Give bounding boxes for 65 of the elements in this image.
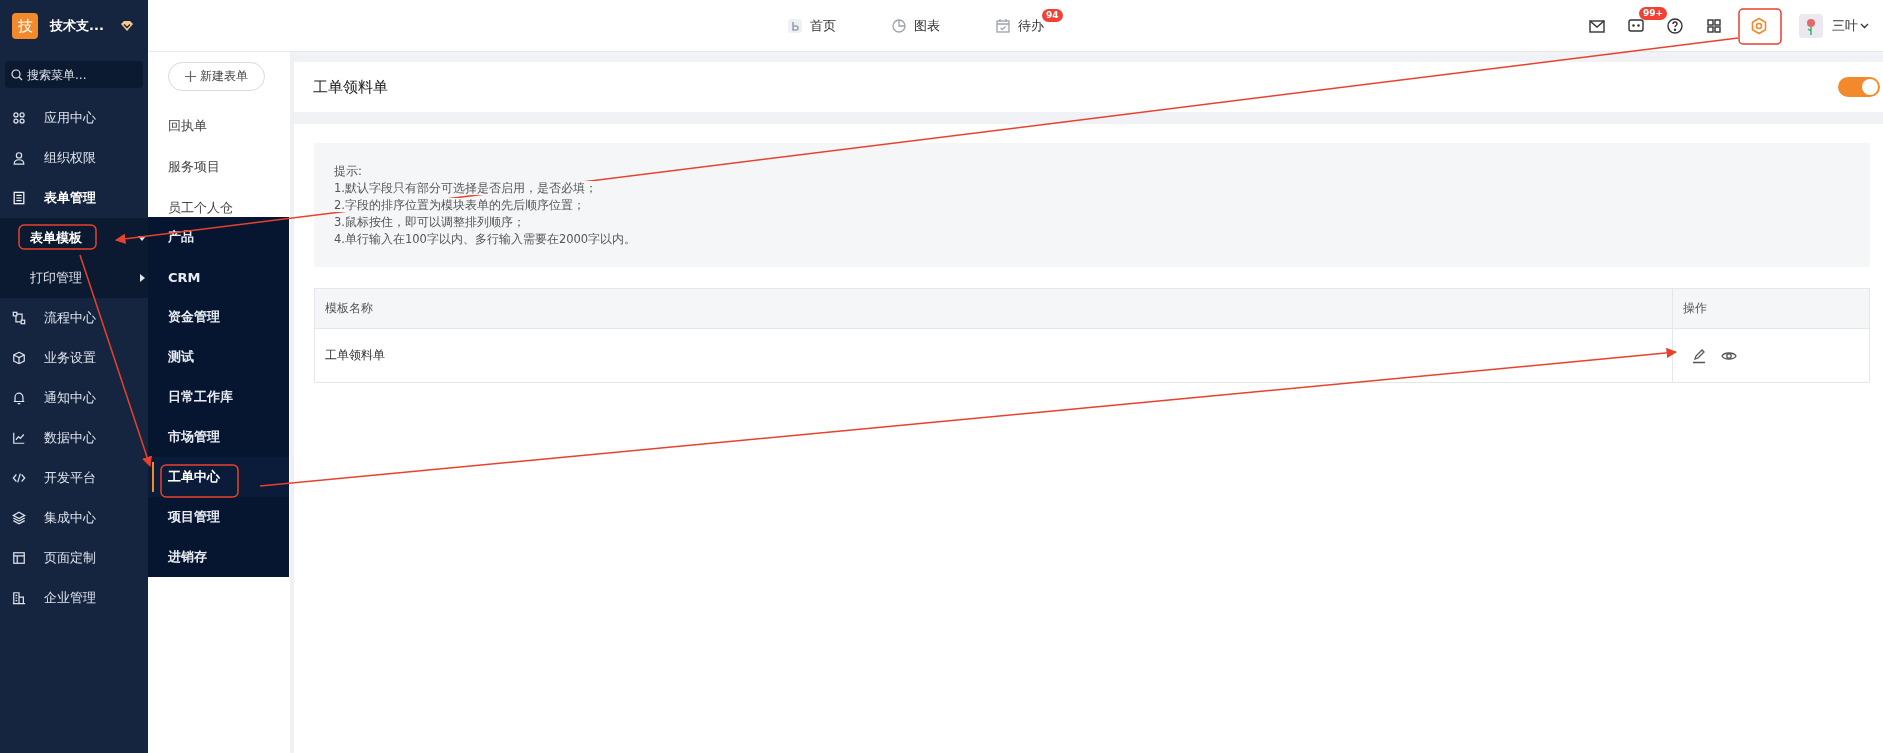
page-title: 工单领料单 — [313, 77, 388, 97]
calendar-icon — [996, 18, 1010, 33]
grid-icon[interactable] — [1705, 16, 1723, 35]
layers-icon — [12, 511, 26, 525]
triangle-icon — [138, 274, 146, 282]
document-icon — [12, 191, 26, 205]
code-icon — [12, 471, 26, 485]
form-list-item[interactable]: 回执单 — [168, 116, 207, 135]
line-chart-icon — [12, 431, 26, 445]
new-form-button[interactable]: 新建表单 — [168, 62, 265, 91]
form-list-item[interactable]: 员工个人仓 — [168, 198, 233, 217]
nav-tab[interactable]: 首页 — [788, 16, 836, 35]
sidebar-item[interactable]: 业务设置 — [0, 338, 148, 378]
form-list-item[interactable]: 服务项目 — [168, 157, 220, 176]
edit-icon[interactable] — [1691, 347, 1707, 364]
sidebar-item[interactable]: 开发平台 — [0, 458, 148, 498]
submenu-item[interactable]: 市场管理 — [148, 417, 289, 457]
submenu-item[interactable]: 资金管理 — [148, 297, 289, 337]
company-name[interactable]: 技术支... — [50, 17, 104, 35]
submenu-item[interactable]: 打印管理 — [0, 258, 148, 298]
sidebar-item[interactable]: 数据中心 — [0, 418, 148, 458]
user-icon — [12, 151, 26, 165]
submenu-item[interactable]: 工单中心 — [148, 457, 289, 497]
table-cell: 工单领料单 — [325, 347, 385, 364]
enable-toggle[interactable] — [1838, 77, 1880, 97]
sidebar-item[interactable]: 通知中心 — [0, 378, 148, 418]
sidebar-item[interactable]: 集成中心 — [0, 498, 148, 538]
nav-tab[interactable]: 待办 — [996, 16, 1044, 35]
sidebar-item[interactable]: 应用中心 — [0, 98, 148, 138]
sidebar-item[interactable]: 表单管理 — [0, 178, 148, 218]
search-icon — [11, 69, 23, 81]
sidebar-item[interactable]: 页面定制 — [0, 538, 148, 578]
caret-icon — [138, 234, 146, 242]
cube-icon — [12, 351, 26, 365]
pie-chart-icon — [892, 18, 906, 33]
count-badge: 99+ — [1639, 6, 1668, 20]
diamond-icon — [119, 20, 134, 32]
chat-icon[interactable] — [1627, 16, 1645, 35]
bell-icon — [12, 391, 26, 405]
home-icon — [788, 18, 802, 33]
caret-icon — [1860, 21, 1869, 30]
nav-tab[interactable]: 图表 — [892, 16, 940, 35]
count-badge: 94 — [1042, 8, 1063, 22]
logo-mark: 技 — [12, 13, 38, 39]
help-icon[interactable] — [1666, 16, 1684, 35]
submenu-item[interactable]: 表单模板 — [0, 218, 148, 258]
apps-icon — [12, 111, 26, 125]
flow-icon — [12, 311, 26, 325]
submenu-item[interactable]: 项目管理 — [148, 497, 289, 537]
column-header: 模板名称 — [325, 300, 373, 317]
plus-icon — [185, 71, 196, 82]
hint-title: 提示: — [334, 164, 362, 178]
submenu-item[interactable]: CRM — [148, 257, 289, 297]
submenu-item[interactable]: 测试 — [148, 337, 289, 377]
sidebar-item[interactable]: 组织权限 — [0, 138, 148, 178]
submenu-item[interactable]: 日常工作库 — [148, 377, 289, 417]
sidebar-item[interactable]: 流程中心 — [0, 298, 148, 338]
column-header: 操作 — [1683, 300, 1707, 317]
highlight-box — [1738, 8, 1782, 45]
building-icon — [12, 591, 26, 605]
layout-icon — [12, 551, 26, 565]
sidebar-item[interactable]: 企业管理 — [0, 578, 148, 618]
search-field[interactable]: 搜索菜单... — [5, 61, 143, 88]
submenu-item[interactable]: 进销存 — [148, 537, 289, 577]
user-menu[interactable]: 三叶 — [1832, 16, 1869, 35]
